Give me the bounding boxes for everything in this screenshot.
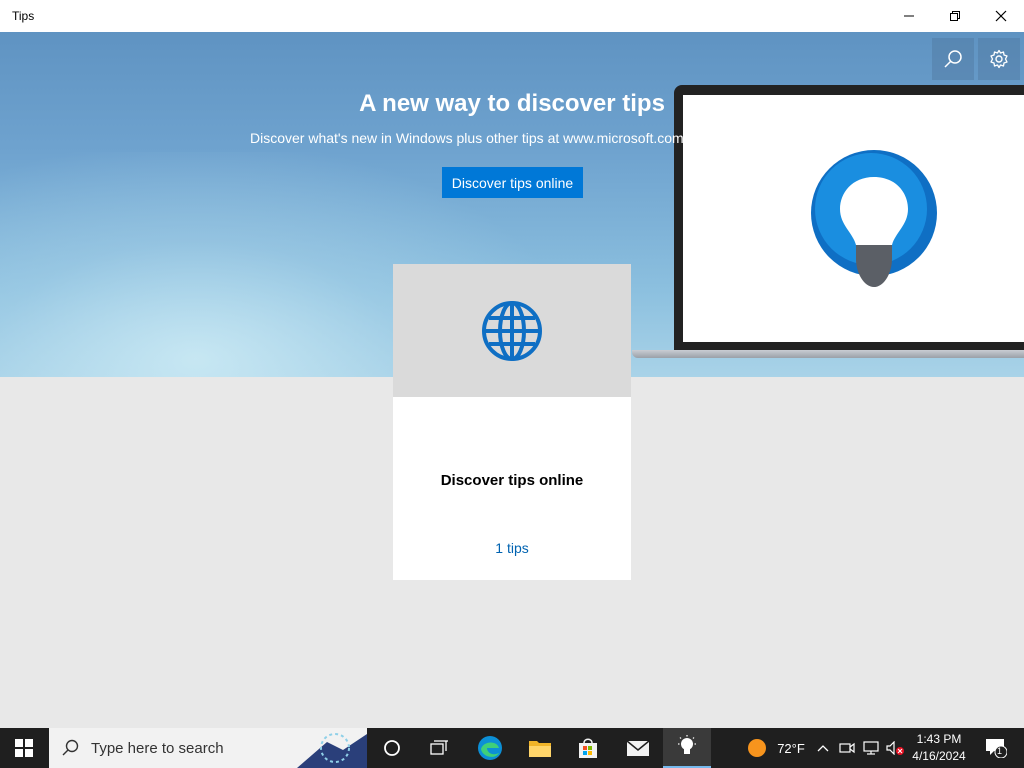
search-icon <box>944 50 962 68</box>
chevron-up-icon <box>817 745 829 752</box>
folder-icon <box>529 741 551 757</box>
clock-date: 4/16/2024 <box>912 749 966 763</box>
cortana-button[interactable] <box>368 728 416 768</box>
settings-button[interactable] <box>978 38 1020 80</box>
discover-tips-card[interactable]: Discover tips online 1 tips <box>393 264 631 580</box>
close-icon <box>995 10 1007 22</box>
edge-button[interactable] <box>466 728 514 768</box>
search-icon <box>62 739 79 756</box>
restore-button[interactable] <box>932 0 978 32</box>
network-button[interactable] <box>860 728 882 768</box>
edge-icon <box>478 736 502 760</box>
mail-icon <box>626 740 650 756</box>
search-button[interactable] <box>932 38 974 80</box>
windows-logo-icon <box>15 739 33 757</box>
search-placeholder: Type here to search <box>91 739 224 757</box>
hero-title: A new way to discover tips <box>359 90 665 117</box>
mail-button[interactable] <box>614 728 662 768</box>
notification-icon <box>986 739 1007 758</box>
weather-temp: 72°F <box>777 740 805 756</box>
tips-app-button[interactable] <box>663 728 711 768</box>
clock[interactable]: 1:43 PM 4/16/2024 <box>905 731 973 765</box>
title-bar: Tips <box>0 0 1024 32</box>
taskbar: Type here to search 72°F 1:43 PM 4/16/20… <box>0 728 1024 768</box>
weather-widget[interactable]: 72°F <box>736 728 816 768</box>
lightbulb-icon <box>811 150 937 287</box>
cortana-icon <box>384 740 400 756</box>
notification-badge: 1 <box>997 746 1003 756</box>
tips-lightbulb-icon <box>678 735 696 754</box>
restore-icon <box>950 11 960 21</box>
show-hidden-icons-button[interactable] <box>812 728 834 768</box>
gear-icon <box>990 49 1008 69</box>
meet-now-button[interactable] <box>836 728 858 768</box>
network-icon <box>863 741 879 755</box>
laptop-base <box>632 350 1024 358</box>
app-title: Tips <box>12 9 35 23</box>
sun-icon <box>748 739 767 757</box>
volume-muted-icon <box>886 741 904 755</box>
taskbar-search-box[interactable]: Type here to search <box>49 728 367 768</box>
store-button[interactable] <box>564 728 612 768</box>
card-image <box>393 264 631 397</box>
file-explorer-button[interactable] <box>516 728 564 768</box>
store-icon <box>579 738 597 758</box>
globe-icon <box>482 300 542 361</box>
start-button[interactable] <box>0 728 48 768</box>
window-controls <box>886 0 1024 32</box>
search-highlight-icon <box>297 733 367 768</box>
close-button[interactable] <box>978 0 1024 32</box>
action-center-button[interactable]: 1 <box>978 728 1014 768</box>
card-tips-count[interactable]: 1 tips <box>393 540 631 556</box>
meet-now-icon <box>839 742 855 754</box>
discover-tips-online-button[interactable]: Discover tips online <box>442 167 583 198</box>
clock-time: 1:43 PM <box>916 732 962 746</box>
minimize-button[interactable] <box>886 0 932 32</box>
volume-button[interactable] <box>884 728 906 768</box>
hero-subtitle: Discover what's new in Windows plus othe… <box>250 130 684 146</box>
minimize-icon <box>904 15 914 17</box>
task-view-button[interactable] <box>416 728 464 768</box>
card-title: Discover tips online <box>440 472 584 489</box>
task-view-icon <box>430 740 448 755</box>
